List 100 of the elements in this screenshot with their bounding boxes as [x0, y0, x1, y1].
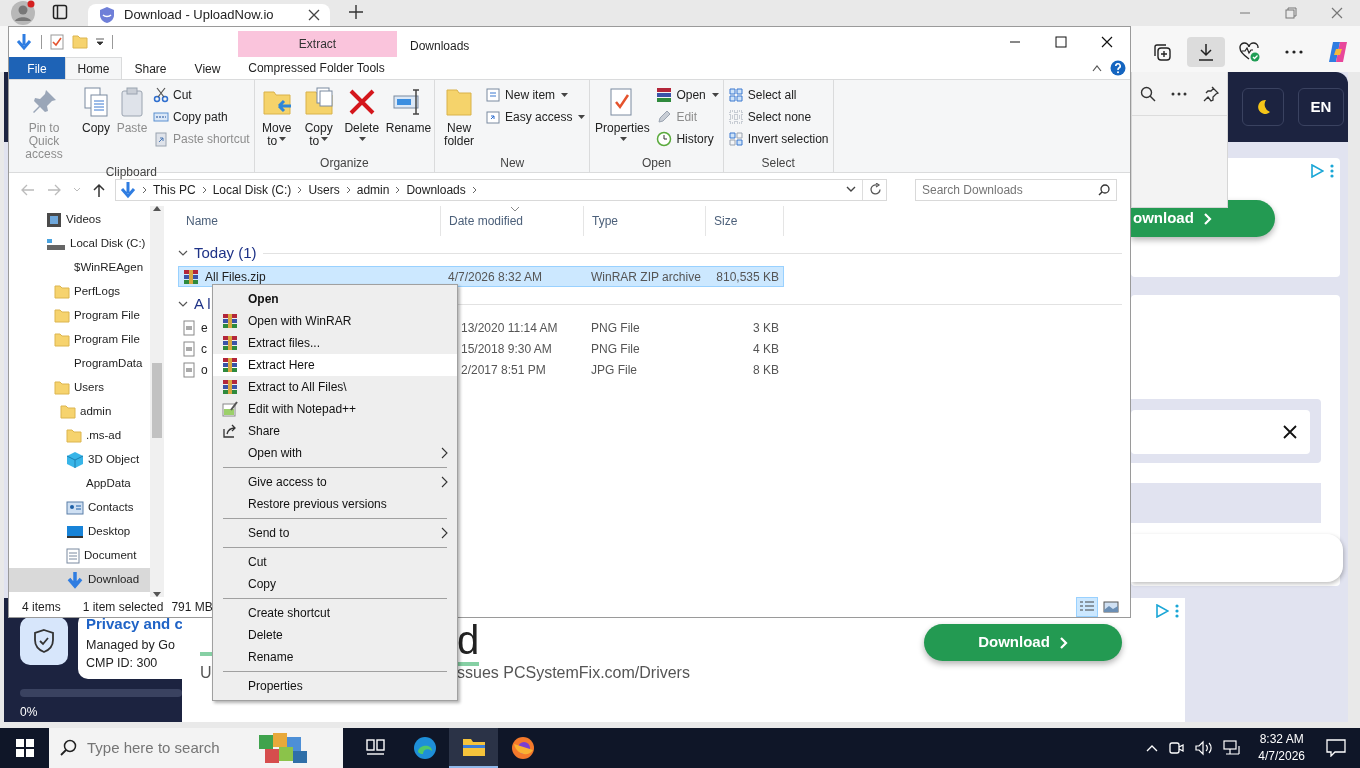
ribbon-button[interactable]: Cut [151, 84, 252, 106]
tree-item[interactable]: Document [9, 544, 150, 568]
clock-date[interactable]: 4/7/2026 [1258, 748, 1305, 765]
ribbon-tab[interactable]: File [9, 57, 65, 79]
menu-item[interactable]: Extract files... [213, 332, 457, 354]
ribbon-button[interactable]: New folder [437, 84, 482, 154]
ribbon-button[interactable]: Rename [384, 84, 433, 154]
menu-item[interactable]: Cut [213, 551, 457, 573]
theme-button[interactable] [1242, 88, 1284, 126]
ribbon-button[interactable]: Copy to [298, 84, 339, 154]
ribbon-button[interactable]: New item [483, 84, 588, 106]
ribbon-tab[interactable]: Compressed Folder Tools [237, 57, 396, 79]
tree-item[interactable]: Desktop [9, 520, 150, 544]
column-header[interactable]: Date modified [441, 206, 584, 236]
language-button[interactable]: EN [1298, 88, 1344, 126]
download-button[interactable]: Download [924, 624, 1122, 661]
menu-item[interactable]: Create shortcut [213, 602, 457, 624]
view-toggle[interactable] [1076, 597, 1098, 617]
tree-item[interactable]: Program File [9, 328, 150, 352]
table-cell-text: PNG File [591, 319, 640, 337]
tree-item[interactable]: 3D Object [9, 448, 150, 472]
ribbon-tab[interactable]: View [179, 57, 236, 79]
search-box[interactable]: Search Downloads [915, 178, 1117, 201]
search-box[interactable]: Type here to search [49, 728, 343, 768]
breadcrumb[interactable]: This PC [153, 180, 196, 199]
search-icon [1139, 85, 1156, 102]
group-header[interactable]: Today (1) [194, 241, 257, 265]
down-arrow-icon [120, 180, 136, 199]
caret-icon [359, 137, 367, 143]
menu-item[interactable]: Restore previous versions [213, 493, 457, 515]
close-icon [1101, 36, 1113, 48]
menu-item[interactable]: Properties [213, 675, 457, 697]
clock-time[interactable]: 8:32 AM [1258, 731, 1305, 748]
ribbon-button[interactable]: Copy [79, 84, 113, 163]
menu-item[interactable]: Rename [213, 646, 457, 668]
ribbon-button[interactable]: Move to [256, 84, 297, 154]
taskbar-button[interactable] [449, 728, 498, 768]
menu-item[interactable]: Open with WinRAR [213, 310, 457, 332]
tree-item[interactable]: AppData [9, 472, 150, 496]
scrollbar[interactable] [150, 206, 164, 597]
tree-item[interactable]: Videos [9, 208, 150, 232]
search-icon [59, 739, 77, 757]
toolbar-button[interactable] [1187, 37, 1225, 67]
tree-item[interactable]: .ms-ad [9, 424, 150, 448]
ribbon-button[interactable]: Easy access [483, 106, 588, 128]
tree-item[interactable]: Program File [9, 304, 150, 328]
menu-item[interactable]: Open [213, 288, 457, 310]
tree-item[interactable]: Local Disk (C:) [9, 232, 150, 256]
menu-item[interactable]: Edit with Notepad++ [213, 398, 457, 420]
column-header[interactable]: Name [178, 206, 441, 236]
ribbon-button[interactable]: History [654, 128, 721, 150]
tree-item[interactable]: PerfLogs [9, 280, 150, 304]
pencil-icon [656, 109, 673, 125]
tree-item[interactable]: ProgramData [9, 352, 150, 376]
ribbon-button[interactable]: Copy path [151, 106, 252, 128]
input-field[interactable] [1131, 410, 1310, 454]
menu-item[interactable]: Give access to [213, 471, 457, 493]
tree-item[interactable]: $WinREAgen [9, 256, 150, 280]
menu-item[interactable]: Copy [213, 573, 457, 595]
address-bar[interactable]: This PC Local Disk (C:) Users admin Downloads [115, 178, 887, 201]
menu-item[interactable]: Share [213, 420, 457, 442]
ribbon-button[interactable]: Invert selection [725, 128, 831, 150]
file-name[interactable]: o [201, 360, 208, 379]
breadcrumb[interactable]: admin [356, 180, 390, 199]
ribbon-button[interactable]: Delete [340, 84, 383, 154]
column-header[interactable]: Size [706, 206, 784, 236]
chevron-right-icon [345, 185, 351, 194]
file-name[interactable]: c [201, 339, 207, 358]
ribbon-button[interactable]: Properties [592, 84, 653, 154]
group-header[interactable]: A l [194, 292, 211, 316]
caret-icon [96, 38, 104, 46]
ribbon-button[interactable]: Select all [725, 84, 831, 106]
ribbon-tab[interactable]: Share [122, 57, 179, 79]
column-header[interactable]: Type [584, 206, 706, 236]
scroll-thumb[interactable] [152, 363, 162, 438]
menu-item[interactable]: Extract Here [213, 354, 457, 376]
breadcrumb[interactable]: Downloads [406, 180, 466, 199]
search-field[interactable]: Search Downloads [922, 180, 1098, 199]
tree-item[interactable]: Users [9, 376, 150, 400]
tree-item[interactable]: Download [9, 568, 150, 592]
ribbon-button[interactable]: Select none [725, 106, 831, 128]
chevron-right-icon [471, 185, 477, 194]
search-field[interactable]: Type here to search [87, 736, 247, 760]
path-icon [153, 109, 169, 125]
chevron-right-icon [1203, 212, 1212, 225]
menu-item[interactable]: Send to [213, 522, 457, 544]
ribbon-button[interactable]: Open [654, 84, 721, 106]
breadcrumb[interactable]: Local Disk (C:) [212, 180, 292, 199]
ribbon-tab[interactable]: Home [65, 57, 122, 79]
chevron-down-icon [178, 249, 188, 257]
breadcrumb[interactable]: Users [308, 180, 340, 199]
menu-item[interactable]: Open with [213, 442, 457, 464]
tree-item[interactable]: Contacts [9, 496, 150, 520]
file-name[interactable]: All Files.zip [205, 267, 266, 286]
tree-item[interactable]: admin [9, 400, 150, 424]
browser-tab[interactable]: Download - UploadNow.io [88, 4, 330, 26]
menu-item[interactable]: Delete [213, 624, 457, 646]
file-name[interactable]: e [201, 318, 208, 337]
menu-item[interactable]: Extract to All Files\ [213, 376, 457, 398]
notification-icon [1326, 739, 1346, 757]
